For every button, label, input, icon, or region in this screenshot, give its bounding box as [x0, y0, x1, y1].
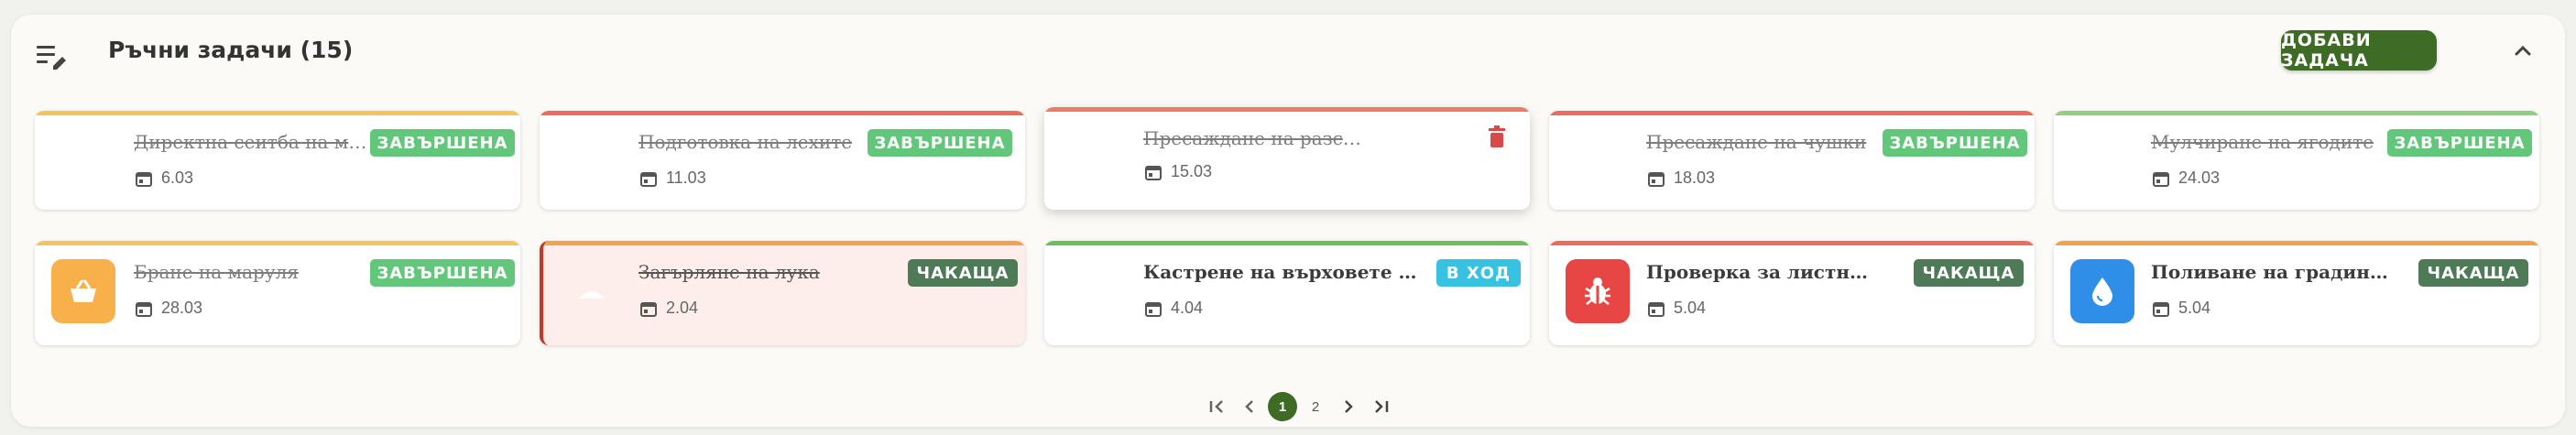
card-accent-bar: [1549, 111, 2035, 115]
chevron-up-icon[interactable]: [2506, 35, 2539, 68]
status-badge: ЗАВЪРШЕНА: [1883, 129, 2027, 157]
calendar-icon: [2153, 301, 2169, 317]
task-card[interactable]: Загърляне на лука ЧАКАЩА 2.04: [540, 241, 1025, 345]
panel-header: Ръчни задачи (15) ДОБАВИ ЗАДАЧА: [11, 15, 2565, 86]
task-name: Загърляне на лука: [639, 261, 820, 283]
calendar-icon: [1145, 301, 1162, 317]
task-name: Пресаждане на разсади…: [1143, 127, 1363, 149]
task-date-label: 11.03: [666, 169, 706, 187]
task-date-label: 24.03: [2178, 169, 2221, 187]
task-tile: [51, 259, 115, 323]
task-date: 18.03: [1648, 169, 1715, 188]
page-button-1[interactable]: 1: [1268, 392, 1297, 421]
calendar-icon: [136, 301, 152, 317]
task-name: Поливане на градината: [2151, 261, 2389, 283]
task-date-label: 28.03: [161, 299, 203, 317]
prev-page-icon[interactable]: [1233, 390, 1266, 423]
pagination: 1 2: [1200, 390, 1398, 423]
task-card[interactable]: Бране на маруля ЗАВЪРШЕНА 28.03: [35, 241, 520, 345]
card-accent-bar: [1044, 241, 1530, 245]
task-date: 28.03: [136, 299, 202, 318]
calendar-icon: [136, 171, 152, 187]
status-badge: ЧАКАЩА: [908, 259, 1018, 287]
card-accent-bar: [2054, 241, 2539, 245]
status-badge: ЗАВЪРШЕНА: [370, 129, 515, 157]
water-drop-icon: [2092, 277, 2112, 306]
task-date-label: 4.04: [1171, 299, 1204, 317]
task-date: 4.04: [1145, 299, 1203, 318]
page-button-2[interactable]: 2: [1299, 390, 1332, 423]
task-name: Мулчиране на ягодите: [2151, 131, 2374, 153]
card-accent-bar: [35, 241, 520, 245]
task-tile: [1566, 259, 1630, 323]
task-date-label: 18.03: [1674, 169, 1716, 187]
task-date: 5.04: [1648, 299, 1706, 318]
task-name: Пресаждане на чушки: [1646, 131, 1867, 153]
status-badge: ЗАВЪРШЕНА: [2387, 129, 2532, 157]
status-badge: ЧАКАЩА: [2418, 259, 2528, 287]
add-task-button[interactable]: ДОБАВИ ЗАДАЧА: [2281, 30, 2437, 71]
task-date: 24.03: [2153, 169, 2220, 188]
task-name: Директна сеитба на моркови: [134, 131, 372, 153]
card-accent-bar: [543, 241, 1025, 245]
task-date-label: 5.04: [1674, 299, 1707, 317]
task-card[interactable]: Пресаждане на разсади… 15.03: [1044, 107, 1530, 210]
status-badge: ЗАВЪРШЕНА: [868, 129, 1012, 157]
task-card[interactable]: Мулчиране на ягодите ЗАВЪРШЕНА 24.03: [2054, 111, 2539, 210]
task-tile: [2070, 259, 2134, 323]
status-badge: ЧАКАЩА: [1914, 259, 2024, 287]
calendar-icon: [640, 171, 657, 187]
task-date: 15.03: [1145, 162, 1212, 181]
task-name: Проверка за листни въшки: [1646, 261, 1875, 283]
task-name: Подготовка на лехите: [639, 131, 853, 153]
task-name: Кастрене на върховете на босилека: [1143, 261, 1418, 283]
list-edit-icon[interactable]: [35, 38, 71, 75]
task-date-label: 6.03: [161, 169, 194, 187]
next-page-icon[interactable]: [1332, 390, 1365, 423]
card-accent-bar: [540, 111, 1025, 115]
last-page-icon[interactable]: [1365, 390, 1398, 423]
card-accent-bar: [1549, 241, 2035, 245]
bug-icon: [1585, 277, 1610, 305]
task-card[interactable]: Пресаждане на чушки ЗАВЪРШЕНА 18.03: [1549, 111, 2035, 210]
calendar-icon: [640, 301, 657, 317]
task-card[interactable]: Кастрене на върховете на босилека В ХОД …: [1044, 241, 1530, 345]
task-date: 6.03: [136, 169, 193, 188]
task-card[interactable]: Поливане на градината ЧАКАЩА 5.04: [2054, 241, 2539, 345]
calendar-icon: [1145, 165, 1162, 180]
panel-title: Ръчни задачи (15): [108, 37, 354, 63]
status-badge: ЗАВЪРШЕНА: [370, 259, 515, 287]
card-accent-bar: [35, 111, 520, 115]
task-card[interactable]: Подготовка на лехите ЗАВЪРШЕНА 11.03: [540, 111, 1025, 210]
card-accent-bar: [2054, 111, 2539, 115]
task-date: 5.04: [2153, 299, 2210, 318]
calendar-icon: [1648, 301, 1665, 317]
trash-icon[interactable]: [1486, 125, 1508, 149]
manual-tasks-panel: Ръчни задачи (15) ДОБАВИ ЗАДАЧА Директна…: [11, 15, 2565, 427]
card-accent-bar: [1044, 107, 1530, 112]
task-date-label: 5.04: [2178, 299, 2211, 317]
task-date-label: 15.03: [1171, 162, 1213, 180]
task-date-label: 2.04: [666, 299, 699, 317]
basket-icon: [71, 279, 96, 302]
first-page-icon[interactable]: [1200, 390, 1233, 423]
mound-icon: [579, 291, 605, 299]
task-name: Бране на маруля: [134, 261, 299, 283]
calendar-icon: [2153, 171, 2169, 187]
task-date: 2.04: [640, 299, 698, 318]
calendar-icon: [1648, 171, 1665, 187]
task-card[interactable]: Проверка за листни въшки ЧАКАЩА 5.04: [1549, 241, 2035, 345]
task-card[interactable]: Директна сеитба на моркови ЗАВЪРШЕНА 6.0…: [35, 111, 520, 210]
task-tile: [560, 259, 624, 323]
task-date: 11.03: [640, 169, 706, 188]
status-badge: В ХОД: [1436, 259, 1521, 287]
